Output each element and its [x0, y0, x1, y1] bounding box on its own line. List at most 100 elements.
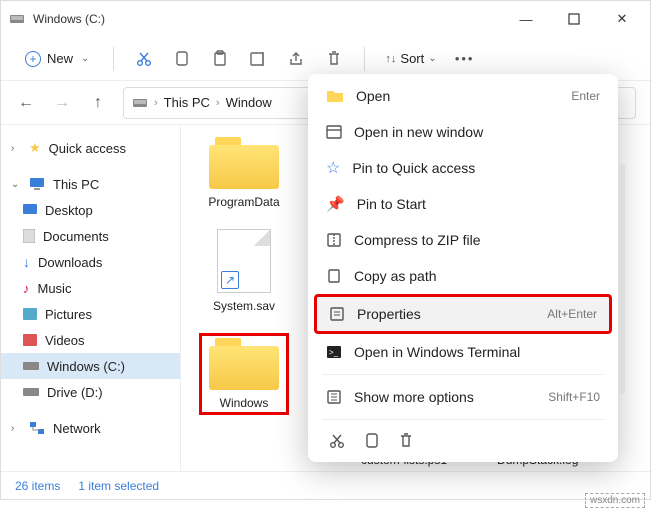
chevron-down-icon: ⌄: [81, 53, 89, 64]
chevron-right-icon: ›: [11, 143, 21, 154]
menu-scrollbar[interactable]: [619, 164, 625, 394]
menu-pin-quick[interactable]: ☆ Pin to Quick access: [314, 150, 612, 186]
copy-path-icon: [326, 268, 342, 284]
share-button[interactable]: [280, 43, 312, 75]
folder-windows-selected[interactable]: Windows: [199, 333, 289, 415]
file-system-sav[interactable]: ↗ System.sav: [199, 229, 289, 313]
sort-icon: ↑↓: [385, 53, 396, 65]
sidebar-item-music[interactable]: ♪Music: [1, 275, 180, 301]
up-button[interactable]: ↑: [87, 94, 109, 112]
menu-copy-button[interactable]: [364, 432, 380, 450]
zip-icon: [326, 232, 342, 248]
window-title: Windows (C:): [33, 12, 105, 26]
folder-label: ProgramData: [199, 195, 289, 209]
document-icon: [23, 229, 35, 243]
chevron-right-icon: ›: [216, 97, 220, 109]
drive-icon: [23, 360, 39, 372]
sidebar-item-documents[interactable]: Documents: [1, 223, 180, 249]
download-icon: ↓: [23, 254, 30, 270]
folder-open-icon: [326, 88, 344, 104]
sidebar: › ★ Quick access ⌄ This PC Desktop Docum…: [1, 125, 181, 471]
file-icon: ↗: [217, 229, 271, 293]
drive-icon: [132, 95, 148, 111]
star-icon: ★: [29, 140, 41, 156]
sidebar-this-pc[interactable]: ⌄ This PC: [1, 171, 180, 197]
chevron-right-icon: ›: [154, 97, 158, 109]
new-button[interactable]: + New ⌄: [15, 47, 99, 71]
folder-programdata[interactable]: ProgramData: [199, 137, 289, 209]
properties-icon: [329, 306, 345, 322]
picture-icon: [23, 308, 37, 320]
window-controls: ― ✕: [506, 5, 642, 33]
separator: [113, 47, 114, 71]
minimize-button[interactable]: ―: [506, 5, 546, 33]
maximize-button[interactable]: [554, 5, 594, 33]
menu-pin-start[interactable]: 📌 Pin to Start: [314, 186, 612, 222]
new-label: New: [47, 51, 73, 66]
watermark: wsxdn.com: [585, 493, 645, 508]
menu-open-new-window[interactable]: Open in new window: [314, 114, 612, 150]
sidebar-quick-access[interactable]: › ★ Quick access: [1, 135, 180, 161]
sort-label: Sort: [400, 51, 424, 66]
music-icon: ♪: [23, 281, 30, 296]
selection-count: 1 item selected: [78, 479, 159, 493]
more-button[interactable]: •••: [449, 43, 481, 75]
rename-button[interactable]: [242, 43, 274, 75]
cut-button[interactable]: [128, 43, 160, 75]
menu-icon-row: [314, 424, 612, 452]
sidebar-item-drive-d[interactable]: Drive (D:): [1, 379, 180, 405]
file-label: System.sav: [199, 299, 289, 313]
chevron-down-icon: ⌄: [428, 53, 436, 64]
terminal-icon: >_: [326, 345, 342, 359]
separator: [364, 47, 365, 71]
pin-icon: 📌: [326, 195, 345, 213]
drive-icon: [23, 386, 39, 398]
quick-label: Quick access: [49, 141, 126, 156]
close-button[interactable]: ✕: [602, 5, 642, 33]
menu-cut-button[interactable]: [328, 432, 346, 450]
item-count: 26 items: [15, 479, 60, 493]
menu-separator: [322, 374, 604, 375]
folder-icon: [209, 137, 279, 189]
sidebar-item-downloads[interactable]: ↓Downloads: [1, 249, 180, 275]
chevron-down-icon: ⌄: [11, 179, 21, 190]
star-icon: ☆: [326, 158, 340, 178]
desktop-icon: [23, 204, 37, 216]
crumb-thispc[interactable]: This PC: [164, 95, 210, 110]
menu-separator: [322, 419, 604, 420]
menu-delete-button[interactable]: [398, 432, 414, 450]
paste-button[interactable]: [204, 43, 236, 75]
menu-compress-zip[interactable]: Compress to ZIP file: [314, 222, 612, 258]
menu-open[interactable]: Open Enter: [314, 78, 612, 114]
sidebar-item-videos[interactable]: Videos: [1, 327, 180, 353]
video-icon: [23, 334, 37, 346]
copy-button[interactable]: [166, 43, 198, 75]
context-menu: Open Enter Open in new window ☆ Pin to Q…: [308, 74, 618, 462]
delete-button[interactable]: [318, 43, 350, 75]
menu-copy-path[interactable]: Copy as path: [314, 258, 612, 294]
sort-button[interactable]: ↑↓ Sort ⌄: [379, 51, 442, 66]
window-icon: [326, 124, 342, 140]
drive-icon: [9, 11, 25, 27]
folder-label: Windows: [204, 396, 284, 410]
shortcut-badge-icon: ↗: [221, 271, 239, 289]
crumb-current[interactable]: Window: [226, 95, 272, 110]
forward-button[interactable]: →: [51, 94, 73, 112]
menu-show-more[interactable]: Show more options Shift+F10: [314, 379, 612, 415]
network-label: Network: [53, 421, 101, 436]
sidebar-item-windows-c[interactable]: Windows (C:): [1, 353, 180, 379]
back-button[interactable]: ←: [15, 94, 37, 112]
menu-properties[interactable]: Properties Alt+Enter: [314, 294, 612, 334]
sidebar-network[interactable]: › Network: [1, 415, 180, 441]
sidebar-item-pictures[interactable]: Pictures: [1, 301, 180, 327]
chevron-right-icon: ›: [11, 423, 21, 434]
menu-open-terminal[interactable]: >_ Open in Windows Terminal: [314, 334, 612, 370]
svg-text:>_: >_: [329, 348, 339, 357]
more-icon: [326, 389, 342, 405]
thispc-label: This PC: [53, 177, 99, 192]
monitor-icon: [29, 177, 45, 191]
status-bar: 26 items 1 item selected: [1, 471, 650, 499]
sidebar-item-desktop[interactable]: Desktop: [1, 197, 180, 223]
plus-icon: +: [25, 51, 41, 67]
folder-icon: [209, 338, 279, 390]
